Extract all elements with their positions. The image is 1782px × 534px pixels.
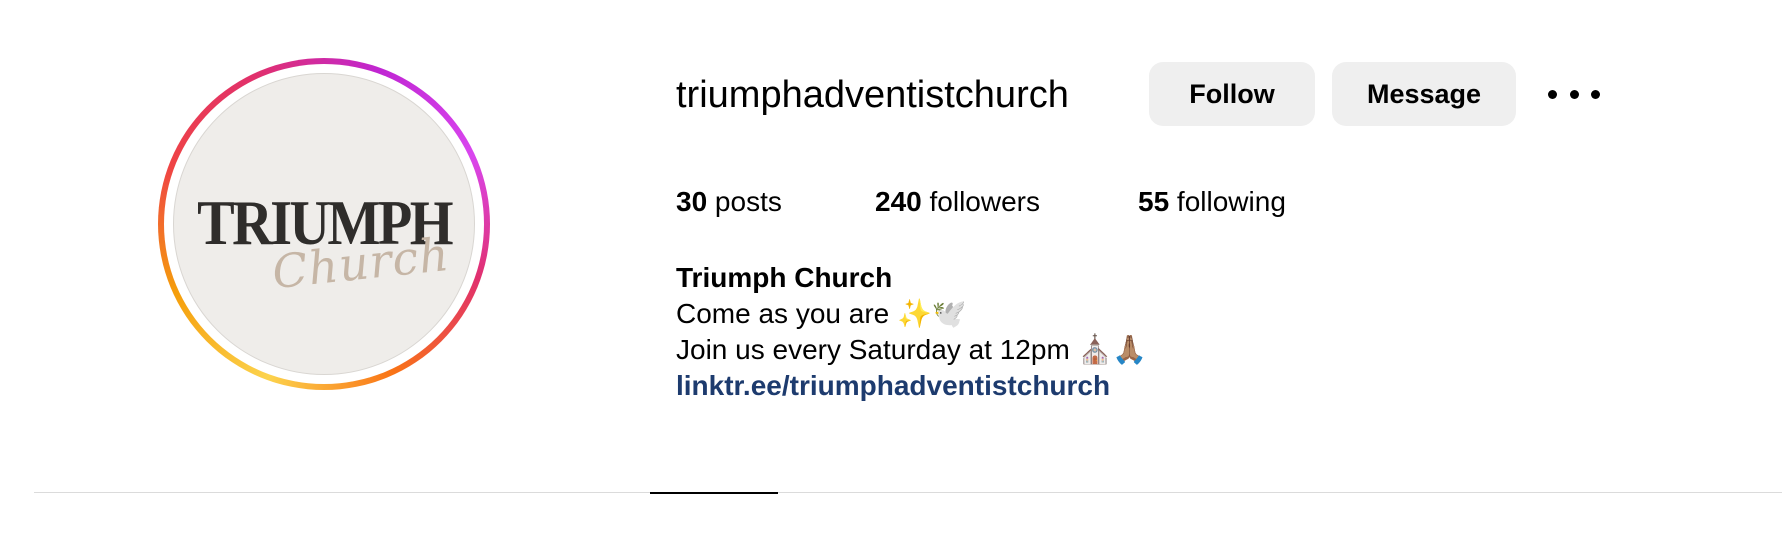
active-tab-indicator[interactable] (650, 492, 778, 494)
bio-line-1: Come as you are ✨🕊️ (676, 298, 967, 329)
following-label: following (1169, 186, 1286, 217)
more-dot (1569, 89, 1579, 99)
profile-bio: Triumph Church Come as you are ✨🕊️ Join … (676, 260, 1147, 404)
avatar[interactable]: TRIUMPH Church (173, 73, 475, 375)
more-dot (1591, 89, 1600, 99)
bio-external-link[interactable]: linktr.ee/triumphadventistchurch (676, 368, 1147, 404)
posts-label: posts (707, 186, 782, 217)
followers-label: followers (921, 186, 1040, 217)
message-button[interactable]: Message (1332, 62, 1516, 126)
more-options-icon[interactable] (1548, 78, 1600, 110)
profile-tabs-divider (34, 492, 1782, 493)
followers-count-stat[interactable]: 240 followers (875, 184, 1040, 220)
profile-avatar-ring[interactable]: TRIUMPH Church (158, 58, 490, 390)
followers-count: 240 (875, 186, 922, 217)
following-count-stat[interactable]: 55 following (1138, 184, 1286, 220)
profile-username: triumphadventistchurch (676, 74, 1069, 116)
follow-button[interactable]: Follow (1149, 62, 1315, 126)
posts-count-stat[interactable]: 30 posts (676, 184, 782, 220)
avatar-ring-gap: TRIUMPH Church (164, 64, 484, 384)
bio-line-2: Join us every Saturday at 12pm ⛪🙏🏽 (676, 334, 1148, 365)
posts-count: 30 (676, 186, 708, 217)
following-count: 55 (1138, 186, 1170, 217)
bio-display-name: Triumph Church (676, 262, 893, 293)
more-dot (1548, 89, 1557, 99)
